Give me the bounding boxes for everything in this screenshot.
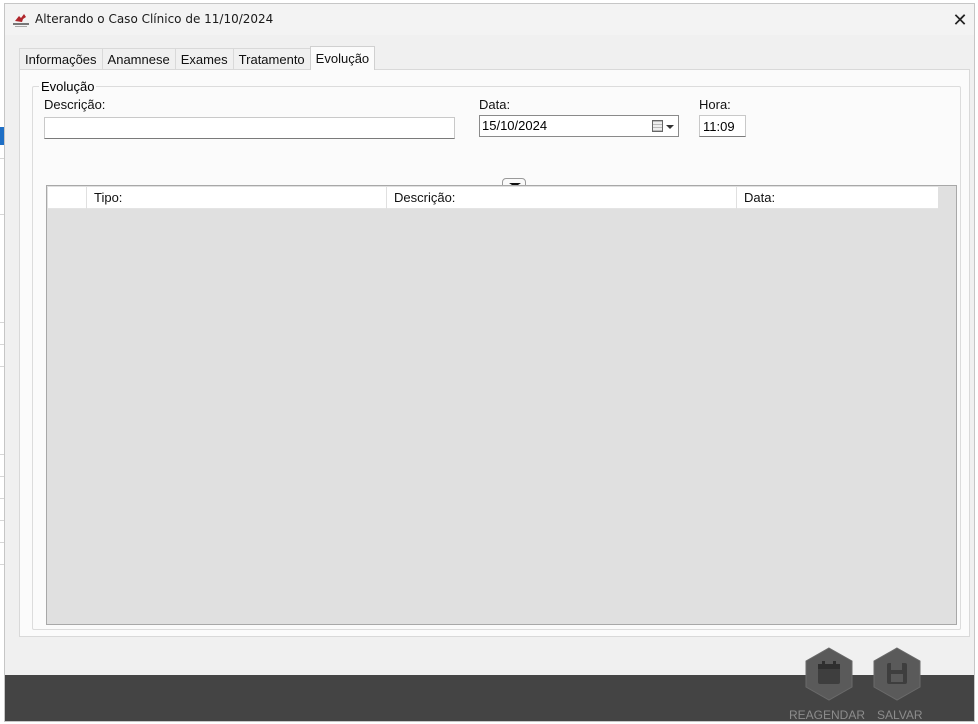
tab-strip: Informações Anamnese Exames Tratamento E… xyxy=(19,46,376,70)
window-title: Alterando o Caso Clínico de 11/10/2024 xyxy=(35,12,274,26)
descricao-input[interactable] xyxy=(44,117,455,139)
salvar-button[interactable]: SALVAR xyxy=(873,647,933,723)
close-button[interactable]: ✕ xyxy=(945,6,975,34)
grid-header: Tipo: Descrição: Data: xyxy=(48,187,938,209)
descricao-label: Descrição: xyxy=(44,97,106,112)
floppy-disk-icon xyxy=(887,663,907,684)
reagendar-button[interactable]: REAGENDAR xyxy=(789,647,869,723)
reagendar-hex xyxy=(805,647,853,701)
hora-label: Hora: xyxy=(699,97,731,112)
reagendar-label: REAGENDAR xyxy=(789,708,866,722)
evolucao-tab-panel: Evolução Descrição: Data: 15/10/2024 Hor… xyxy=(19,69,970,637)
salvar-hex xyxy=(873,647,921,701)
tab-evolucao[interactable]: Evolução xyxy=(309,46,376,70)
app-logo-icon xyxy=(13,14,29,27)
date-value: 15/10/2024 xyxy=(482,118,548,133)
hora-input[interactable] xyxy=(699,115,746,137)
grid-header-indicator[interactable] xyxy=(48,187,87,209)
title-bar: Alterando o Caso Clínico de 11/10/2024 ✕ xyxy=(5,4,974,35)
close-icon: ✕ xyxy=(952,9,968,30)
grid-header-descricao[interactable]: Descrição: xyxy=(387,187,737,209)
calendar-icon xyxy=(818,661,840,684)
grid-header-data[interactable]: Data: xyxy=(737,187,938,209)
evolucao-grid[interactable]: Tipo: Descrição: Data: xyxy=(46,185,957,625)
dialog-window: Alterando o Caso Clínico de 11/10/2024 ✕… xyxy=(4,3,975,722)
group-title: Evolução xyxy=(39,79,97,94)
salvar-label: SALVAR xyxy=(877,708,923,722)
grid-header-tipo[interactable]: Tipo: xyxy=(87,187,387,209)
tab-informacoes[interactable]: Informações xyxy=(19,48,103,70)
evolucao-groupbox: Evolução Descrição: Data: 15/10/2024 Hor… xyxy=(32,79,961,630)
calendar-icon[interactable] xyxy=(652,120,663,132)
data-label: Data: xyxy=(479,97,511,112)
chevron-down-icon[interactable] xyxy=(666,125,674,129)
date-picker[interactable]: 15/10/2024 xyxy=(479,115,679,137)
tab-anamnese[interactable]: Anamnese xyxy=(101,48,176,70)
tab-exames[interactable]: Exames xyxy=(174,48,234,70)
tab-tratamento[interactable]: Tratamento xyxy=(232,48,311,70)
